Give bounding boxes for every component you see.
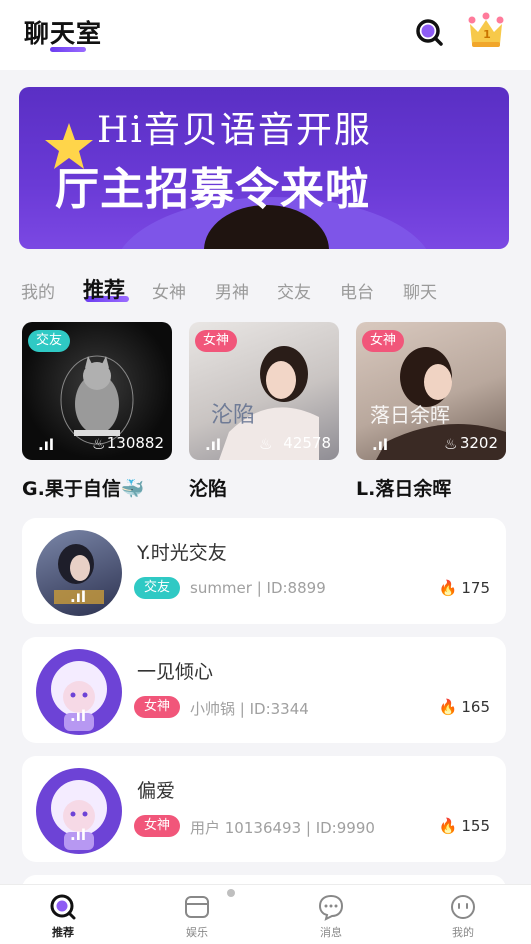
banner-headline: Hi音贝语音开服 <box>97 110 372 151</box>
room-heat-count: 155 <box>461 817 490 835</box>
room-owner-id: summer | ID:8899 <box>190 579 326 597</box>
card-tag: 女神 <box>362 330 405 352</box>
room-owner-id: 用户 10136493 | ID:9990 <box>190 819 375 837</box>
flame-icon: 🔥 <box>438 579 458 597</box>
room-heat: 🔥 155 <box>439 817 490 835</box>
audio-bars-icon: .ıl <box>372 436 388 454</box>
nav-label: 娱乐 <box>186 926 208 939</box>
search-icon <box>416 19 443 46</box>
crown-level-badge: 1 <box>483 28 491 41</box>
crown-button[interactable]: 1 <box>466 12 506 50</box>
audio-bars-icon: .ıl <box>70 826 86 844</box>
room-list-item[interactable]: .ıl 一见倾心 女神 小帅锅 | ID:3344 🔥 165 <box>22 637 506 743</box>
card-room-name[interactable]: L.落日余晖 <box>356 474 451 501</box>
featured-room-card[interactable]: 交友 .ıl ♨ 130882 <box>22 322 172 460</box>
fire-icon: ♨ <box>444 435 458 453</box>
recommend-icon <box>50 894 76 920</box>
flame-icon: 🔥 <box>438 698 458 716</box>
nav-profile[interactable]: 我的 <box>428 893 498 940</box>
tab-goddess[interactable]: 女神 <box>152 278 186 303</box>
card-tag: 交友 <box>28 330 71 352</box>
tab-mine[interactable]: 我的 <box>21 278 55 303</box>
audio-bars-icon: .ıl <box>70 707 86 725</box>
card-heat-count: 130882 <box>106 434 164 452</box>
room-heat-count: 165 <box>461 698 490 716</box>
room-avatar: .ıl <box>36 649 122 735</box>
card-room-name[interactable]: 沦陷 <box>189 474 227 501</box>
flame-icon: 🔥 <box>438 817 458 835</box>
audio-bars-icon: .ıl <box>205 436 221 454</box>
room-tag: 交友 <box>134 577 180 599</box>
card-tag: 女神 <box>195 330 238 352</box>
room-avatar: .ıl <box>36 768 122 854</box>
card-heat-count: 42578 <box>283 434 331 452</box>
room-heat-count: 175 <box>461 579 490 597</box>
nav-messages[interactable]: 消息 <box>296 893 366 940</box>
nav-entertainment[interactable]: 娱乐 <box>162 893 232 940</box>
message-icon <box>318 894 344 921</box>
room-owner-id: 小帅锅 | ID:3344 <box>190 700 309 718</box>
room-avatar: .ıl <box>36 530 122 616</box>
card-heat-count: 3202 <box>459 434 498 452</box>
room-list-item[interactable]: .ıl Y.时光交友 交友 summer | ID:8899 🔥 175 <box>22 518 506 624</box>
tab-dating[interactable]: 交友 <box>277 278 311 303</box>
banner-subheadline: 厅主招募令来啦 <box>55 164 370 215</box>
tab-recommend[interactable]: 推荐 <box>83 274 125 304</box>
top-header: 聊天室 1 <box>0 0 531 70</box>
svg-text:沦陷: 沦陷 <box>211 403 255 428</box>
svg-text:落日余晖: 落日余晖 <box>370 403 450 427</box>
promo-banner[interactable]: Hi音贝语音开服 厅主招募令来啦 <box>19 87 509 249</box>
card-stats: .ıl ♨ 3202 <box>366 434 498 454</box>
tab-god[interactable]: 男神 <box>215 278 249 303</box>
featured-room-card[interactable]: 落日余晖 女神 .ıl ♨ 3202 <box>356 322 506 460</box>
room-title: Y.时光交友 <box>137 542 227 564</box>
title-underline <box>50 47 86 52</box>
nav-recommend[interactable]: 推荐 <box>28 893 98 940</box>
card-stats: .ıl ♨ 42578 <box>199 434 331 454</box>
search-button[interactable] <box>414 17 444 47</box>
entertainment-icon <box>185 896 209 918</box>
card-room-name[interactable]: G.果于自信🐳 <box>22 474 144 501</box>
profile-icon <box>451 895 475 919</box>
nav-label: 我的 <box>452 926 474 939</box>
nav-label: 推荐 <box>52 926 74 939</box>
audio-bars-icon: .ıl <box>38 436 54 454</box>
tab-radio[interactable]: 电台 <box>340 278 374 303</box>
tab-chat[interactable]: 聊天 <box>403 278 437 303</box>
nav-label: 消息 <box>320 926 342 939</box>
room-heat: 🔥 165 <box>439 698 490 716</box>
room-heat: 🔥 175 <box>439 579 490 597</box>
room-title: 偏爱 <box>137 780 176 802</box>
page-title: 聊天室 <box>24 19 103 48</box>
card-stats: .ıl ♨ 130882 <box>32 434 164 454</box>
room-list-item[interactable]: .ıl 偏爱 女神 用户 10136493 | ID:9990 🔥 155 <box>22 756 506 862</box>
room-title: 一见倾心 <box>137 661 214 683</box>
room-tag: 女神 <box>134 696 180 718</box>
featured-room-card[interactable]: 沦陷 女神 .ıl ♨ 42578 <box>189 322 339 460</box>
fire-icon: ♨ <box>259 435 273 453</box>
audio-bars-icon: .ıl <box>70 588 86 606</box>
fire-icon: ♨ <box>92 435 106 453</box>
bottom-navigation: 推荐 娱乐 消息 我的 <box>0 884 531 944</box>
room-tag: 女神 <box>134 815 180 837</box>
